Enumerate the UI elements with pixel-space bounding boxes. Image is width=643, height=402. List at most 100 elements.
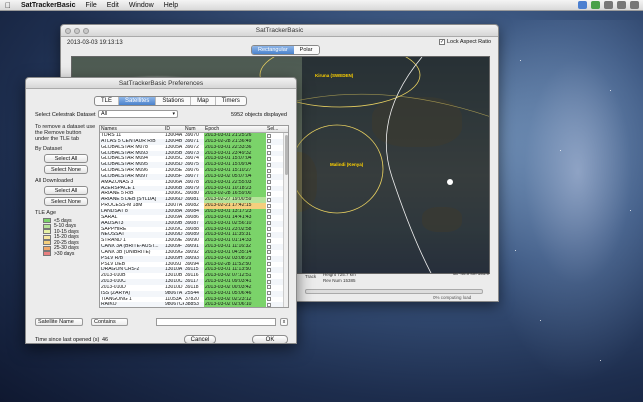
all-select-all-button[interactable]: Select All — [44, 186, 88, 195]
row-select-checkbox[interactable] — [267, 174, 271, 179]
main-window-titlebar[interactable]: SatTrackerBasic — [61, 25, 498, 37]
status-icon[interactable] — [591, 1, 600, 9]
lock-aspect-ratio[interactable]: ✓ Lock Aspect Ratio — [439, 39, 491, 45]
row-select-checkbox[interactable] — [267, 151, 271, 156]
star — [610, 90, 611, 91]
dataset-label: Select Celestrak Dataset — [35, 112, 96, 118]
scroll-thumb[interactable] — [285, 135, 288, 175]
col-names[interactable]: Names — [100, 126, 164, 132]
row-select-checkbox[interactable] — [267, 279, 271, 284]
preferences-window: SatTrackerBasic Preferences TLE Satellit… — [25, 77, 297, 344]
row-select-checkbox[interactable] — [267, 145, 271, 150]
filter-text-input[interactable] — [156, 318, 276, 326]
menu-window[interactable]: Window — [124, 2, 159, 9]
dataset-select-none-button[interactable]: Select None — [44, 165, 88, 174]
computing-load-bar — [305, 289, 483, 294]
filter-field-select[interactable]: Satellite Name — [35, 318, 83, 326]
col-num[interactable]: Num — [184, 126, 204, 132]
since-label: Time since last opened (s) — [35, 337, 100, 343]
row-select-checkbox[interactable] — [267, 250, 271, 255]
time-machine-icon[interactable] — [617, 1, 626, 9]
latlon-readout: lat -46.9 lon 151.9 — [453, 271, 490, 276]
tle-age-heading: TLE Age — [35, 210, 57, 216]
tab-tle[interactable]: TLE — [95, 97, 120, 105]
all-downloaded-heading: All Downloaded — [35, 178, 74, 184]
malindi-label: Malindi (Kenya) — [330, 162, 364, 167]
row-select-checkbox[interactable] — [267, 238, 271, 243]
col-epoch[interactable]: Epoch — [204, 126, 266, 132]
row-select-checkbox[interactable] — [267, 168, 271, 173]
star — [520, 60, 521, 61]
row-select-checkbox[interactable] — [267, 262, 271, 267]
satellite-ground-track — [385, 57, 432, 273]
row-select-checkbox[interactable] — [267, 203, 271, 208]
row-select-checkbox[interactable] — [267, 186, 271, 191]
menu-edit[interactable]: Edit — [102, 2, 124, 9]
preferences-title[interactable]: SatTrackerBasic Preferences — [26, 78, 296, 89]
col-select[interactable]: Sel... — [266, 126, 282, 132]
row-select-checkbox[interactable] — [267, 191, 271, 196]
tab-satellites[interactable]: Satellites — [119, 97, 157, 105]
filter-clear-button[interactable]: x — [280, 318, 288, 326]
star — [515, 250, 516, 251]
tab-timers[interactable]: Timers — [216, 97, 246, 105]
lock-aspect-checkbox[interactable]: ✓ — [439, 39, 445, 45]
chevron-down-icon: ▾ — [172, 111, 175, 117]
table-scrollbar[interactable] — [283, 133, 288, 307]
tle-age-legend: <5 days 5-10 days 10-15 days 15-20 days 20-2… — [35, 218, 97, 257]
all-select-none-button[interactable]: Select None — [44, 197, 88, 206]
tle-age-swatch — [43, 245, 51, 251]
row-select-checkbox[interactable] — [267, 232, 271, 237]
row-select-checkbox[interactable] — [267, 156, 271, 161]
row-select-checkbox[interactable] — [267, 256, 271, 261]
dataset-select-all-button[interactable]: Select All — [44, 154, 88, 163]
row-select-checkbox[interactable] — [267, 139, 271, 144]
row-select-checkbox[interactable] — [267, 285, 271, 290]
satellite-table: Names ID Num Epoch Sel... TDRS 11 13004A 3… — [99, 125, 289, 308]
dataset-select[interactable]: All ▾ — [98, 110, 178, 118]
row-select-checkbox[interactable] — [267, 162, 271, 167]
sync-icon[interactable] — [604, 1, 613, 9]
row-select-checkbox[interactable] — [267, 221, 271, 226]
lock-aspect-label: Lock Aspect Ratio — [447, 39, 492, 45]
row-select-checkbox[interactable] — [267, 227, 271, 231]
menu-help[interactable]: Help — [159, 2, 183, 9]
tle-age-swatch — [43, 234, 51, 240]
close-button[interactable] — [65, 28, 71, 34]
apple-icon[interactable]:  — [0, 1, 16, 10]
zoom-button[interactable] — [83, 28, 89, 34]
cancel-button[interactable]: Cancel — [184, 335, 216, 344]
row-select-checkbox[interactable] — [267, 291, 271, 296]
dropbox-icon[interactable] — [578, 1, 587, 9]
cell-epoch: 2013-03-02 02:06:10 — [204, 302, 266, 307]
menu-app-name[interactable]: SatTrackerBasic — [16, 2, 80, 9]
row-select-checkbox[interactable] — [267, 215, 271, 220]
wifi-icon[interactable] — [630, 1, 639, 9]
cell-num: 38853 — [185, 302, 199, 308]
star — [630, 210, 631, 211]
cell-name: RAIKO — [101, 302, 117, 308]
view-polar-button[interactable]: Polar — [293, 46, 319, 54]
row-select-checkbox[interactable] — [267, 209, 271, 214]
by-dataset-heading: By Dataset — [35, 146, 62, 152]
tle-age-swatch — [43, 223, 51, 229]
tab-stations[interactable]: Stations — [156, 97, 192, 105]
row-select-checkbox[interactable] — [267, 244, 271, 249]
row-select-checkbox[interactable] — [267, 267, 271, 272]
col-id[interactable]: ID — [164, 126, 184, 132]
tab-map[interactable]: Map — [191, 97, 216, 105]
row-select-checkbox[interactable] — [267, 297, 271, 302]
row-select-checkbox[interactable] — [267, 302, 271, 307]
row-select-checkbox[interactable] — [267, 273, 271, 278]
tle-age-row: >30 days — [43, 251, 97, 257]
minimize-button[interactable] — [74, 28, 80, 34]
table-row[interactable]: RAIKO 98067CP 38853 2013-03-02 02:06:10 — [100, 302, 288, 308]
window-controls — [65, 28, 89, 34]
row-select-checkbox[interactable] — [267, 133, 271, 138]
filter-mode-select[interactable]: Contains — [91, 318, 128, 326]
row-select-checkbox[interactable] — [267, 180, 271, 185]
ok-button[interactable]: OK — [252, 335, 288, 344]
row-select-checkbox[interactable] — [267, 197, 271, 202]
view-rectangular-button[interactable]: Rectangular — [252, 46, 294, 54]
menu-file[interactable]: File — [80, 2, 101, 9]
